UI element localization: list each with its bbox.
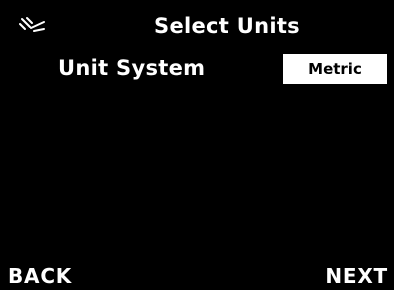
unit-system-selector[interactable]: Metric — [283, 54, 387, 84]
back-button[interactable]: BACK — [8, 264, 72, 288]
unit-system-row[interactable]: Unit System Metric — [0, 50, 394, 88]
page-title: Select Units — [154, 14, 300, 38]
next-button[interactable]: NEXT — [325, 264, 388, 288]
device-screen: Select Units Unit System Metric BACK NEX… — [0, 0, 394, 290]
unit-system-label: Unit System — [58, 56, 206, 80]
unit-system-value: Metric — [308, 60, 362, 78]
